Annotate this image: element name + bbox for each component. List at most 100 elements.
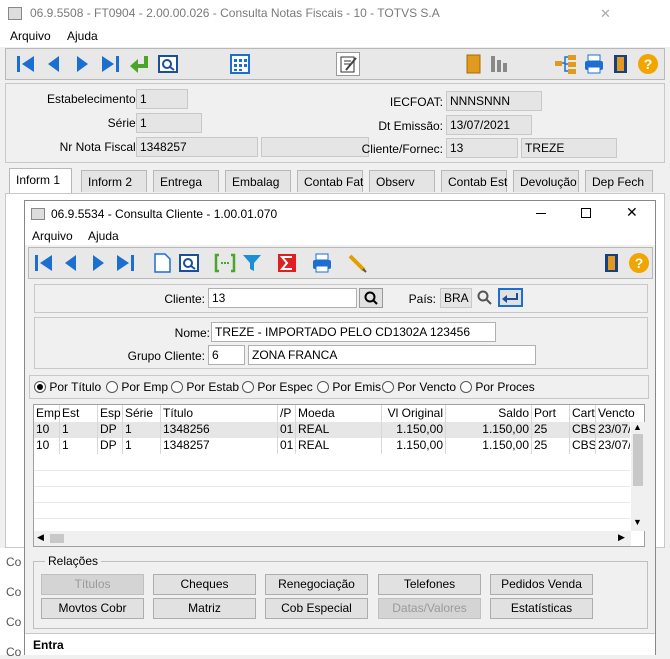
column-header[interactable]: Título — [161, 405, 278, 422]
movtos-cobr-button[interactable]: Movtos Cobr — [41, 598, 144, 619]
pencil-icon[interactable] — [345, 251, 369, 275]
chart-icon[interactable] — [487, 52, 511, 76]
next-record-icon[interactable] — [86, 251, 110, 275]
calendar-icon[interactable] — [228, 52, 252, 76]
exit-icon[interactable] — [600, 251, 624, 275]
book-icon[interactable] — [461, 52, 485, 76]
column-header[interactable]: Série — [123, 405, 161, 422]
enter-icon[interactable] — [498, 288, 523, 307]
pedidos-venda-button[interactable]: Pedidos Venda — [490, 574, 593, 595]
scroll-down-icon[interactable]: ▼ — [633, 517, 642, 527]
column-header[interactable]: Emp — [34, 405, 61, 422]
radio-por-vencto[interactable]: Por Vencto — [382, 380, 456, 394]
goto-icon[interactable] — [128, 52, 152, 76]
datas-valores-button[interactable]: Datas/Valores — [378, 598, 481, 619]
last-record-icon[interactable] — [98, 52, 122, 76]
previous-record-icon[interactable] — [59, 251, 83, 275]
column-header[interactable]: Esp — [98, 405, 123, 422]
tab-inform-2[interactable]: Inform 2 — [81, 170, 147, 192]
column-header[interactable]: /P — [278, 405, 296, 422]
column-header[interactable]: Moeda — [296, 405, 382, 422]
help-icon[interactable]: ? — [627, 251, 651, 275]
left-edge-text: Co — [6, 615, 22, 629]
cliente-fornec-code-field[interactable]: 13 — [446, 138, 518, 158]
cob-especial-button[interactable]: Cob Especial — [265, 598, 368, 619]
column-header[interactable]: Saldo — [446, 405, 532, 422]
cliente-fornec-name-field[interactable]: TREZE — [521, 138, 617, 158]
range-icon[interactable] — [213, 251, 237, 275]
close-icon[interactable]: ✕ — [600, 6, 611, 22]
tab-contab-fat[interactable]: Contab Fat — [297, 170, 363, 192]
document-icon[interactable] — [150, 251, 174, 275]
exit-icon[interactable] — [609, 52, 633, 76]
cliente-field[interactable]: 13 — [208, 288, 357, 308]
next-record-icon[interactable] — [70, 52, 94, 76]
minimize-icon[interactable] — [535, 205, 549, 219]
menu-ajuda[interactable]: Ajuda — [67, 29, 98, 43]
scroll-thumb[interactable] — [633, 434, 643, 486]
edit-icon[interactable] — [336, 52, 360, 76]
menu-arquivo[interactable]: Arquivo — [10, 29, 51, 43]
previous-record-icon[interactable] — [42, 52, 66, 76]
horizontal-scrollbar[interactable]: ◀ ▶ — [34, 531, 631, 546]
tab-entrega[interactable]: Entrega — [153, 170, 219, 192]
zoom-icon[interactable] — [474, 288, 496, 308]
iecfoat-field[interactable]: NNNSNNN — [446, 91, 542, 111]
tab-observ[interactable]: Observ — [369, 170, 435, 192]
search-record-icon[interactable] — [156, 52, 180, 76]
first-record-icon[interactable] — [14, 52, 38, 76]
search-record-icon[interactable] — [177, 251, 201, 275]
tab-contab-est[interactable]: Contab Est — [441, 170, 507, 192]
scroll-up-icon[interactable]: ▲ — [633, 422, 642, 432]
renegociacao-button[interactable]: Renegociação — [265, 574, 368, 595]
radio-por-emis[interactable]: Por Emis — [317, 380, 381, 394]
help-icon[interactable]: ? — [636, 52, 660, 76]
titulos-button[interactable]: Títulos — [41, 574, 144, 595]
print-icon[interactable] — [310, 251, 334, 275]
grupo-code-field[interactable]: 6 — [208, 345, 245, 365]
close-icon[interactable]: ✕ — [626, 204, 638, 221]
scroll-left-icon[interactable]: ◀ — [37, 532, 44, 543]
print-icon[interactable] — [582, 52, 606, 76]
grupo-name-field[interactable]: ZONA FRANCA — [248, 345, 536, 365]
estabelecimento-field[interactable]: 1 — [136, 89, 188, 109]
radio-por-estab[interactable]: Por Estab — [171, 380, 239, 394]
scroll-right-icon[interactable]: ▶ — [618, 532, 625, 543]
dialog-menu-ajuda[interactable]: Ajuda — [88, 229, 119, 243]
first-record-icon[interactable] — [32, 251, 56, 275]
nome-field[interactable]: TREZE - IMPORTADO PELO CD1302A 123456 — [211, 322, 496, 342]
hscroll-thumb[interactable] — [50, 534, 64, 543]
vertical-scrollbar[interactable]: ▲ ▼ — [631, 422, 645, 531]
column-header[interactable]: Port — [532, 405, 570, 422]
tab-dep-fech[interactable]: Dep Fech — [585, 170, 653, 192]
tab-embalag[interactable]: Embalag — [225, 170, 291, 192]
tab-devolucao[interactable]: Devolução — [513, 170, 579, 192]
pais-field[interactable]: BRA — [440, 288, 472, 308]
column-header[interactable]: Cart — [570, 405, 596, 422]
serie-field[interactable]: 1 — [136, 113, 202, 133]
tab-inform-1[interactable]: Inform 1 — [9, 168, 72, 193]
sum-icon[interactable] — [275, 251, 299, 275]
radio-por-proces[interactable]: Por Proces — [460, 380, 535, 394]
telefones-button[interactable]: Telefones — [378, 574, 481, 595]
estatisticas-button[interactable]: Estatísticas — [490, 598, 593, 619]
table-row[interactable]: 10 1 DP 1 1348257 01 REAL 1.150,00 1.150… — [34, 438, 630, 454]
table-row[interactable]: 10 1 DP 1 1348256 01 REAL 1.150,00 1.150… — [34, 422, 630, 438]
radio-por-espec[interactable]: Por Espec — [242, 380, 313, 394]
filter-icon[interactable] — [240, 251, 264, 275]
radio-por-titulo[interactable]: Por Título — [34, 380, 101, 394]
column-header[interactable]: Est — [60, 405, 98, 422]
column-header[interactable]: Vl Original — [382, 405, 446, 422]
matriz-button[interactable]: Matriz — [153, 598, 256, 619]
left-edge-text: Co — [6, 585, 22, 599]
radio-por-emp[interactable]: Por Emp — [106, 380, 168, 394]
maximize-icon[interactable] — [581, 208, 591, 218]
last-record-icon[interactable] — [113, 251, 137, 275]
tree-icon[interactable] — [554, 52, 578, 76]
nr-nota-field[interactable]: 1348257 — [136, 137, 258, 157]
search-icon[interactable] — [359, 288, 383, 308]
column-header[interactable]: Vencto — [596, 405, 635, 422]
dt-emissao-field[interactable]: 13/07/2021 — [446, 115, 532, 135]
cheques-button[interactable]: Cheques — [153, 574, 256, 595]
dialog-menu-arquivo[interactable]: Arquivo — [32, 229, 73, 243]
